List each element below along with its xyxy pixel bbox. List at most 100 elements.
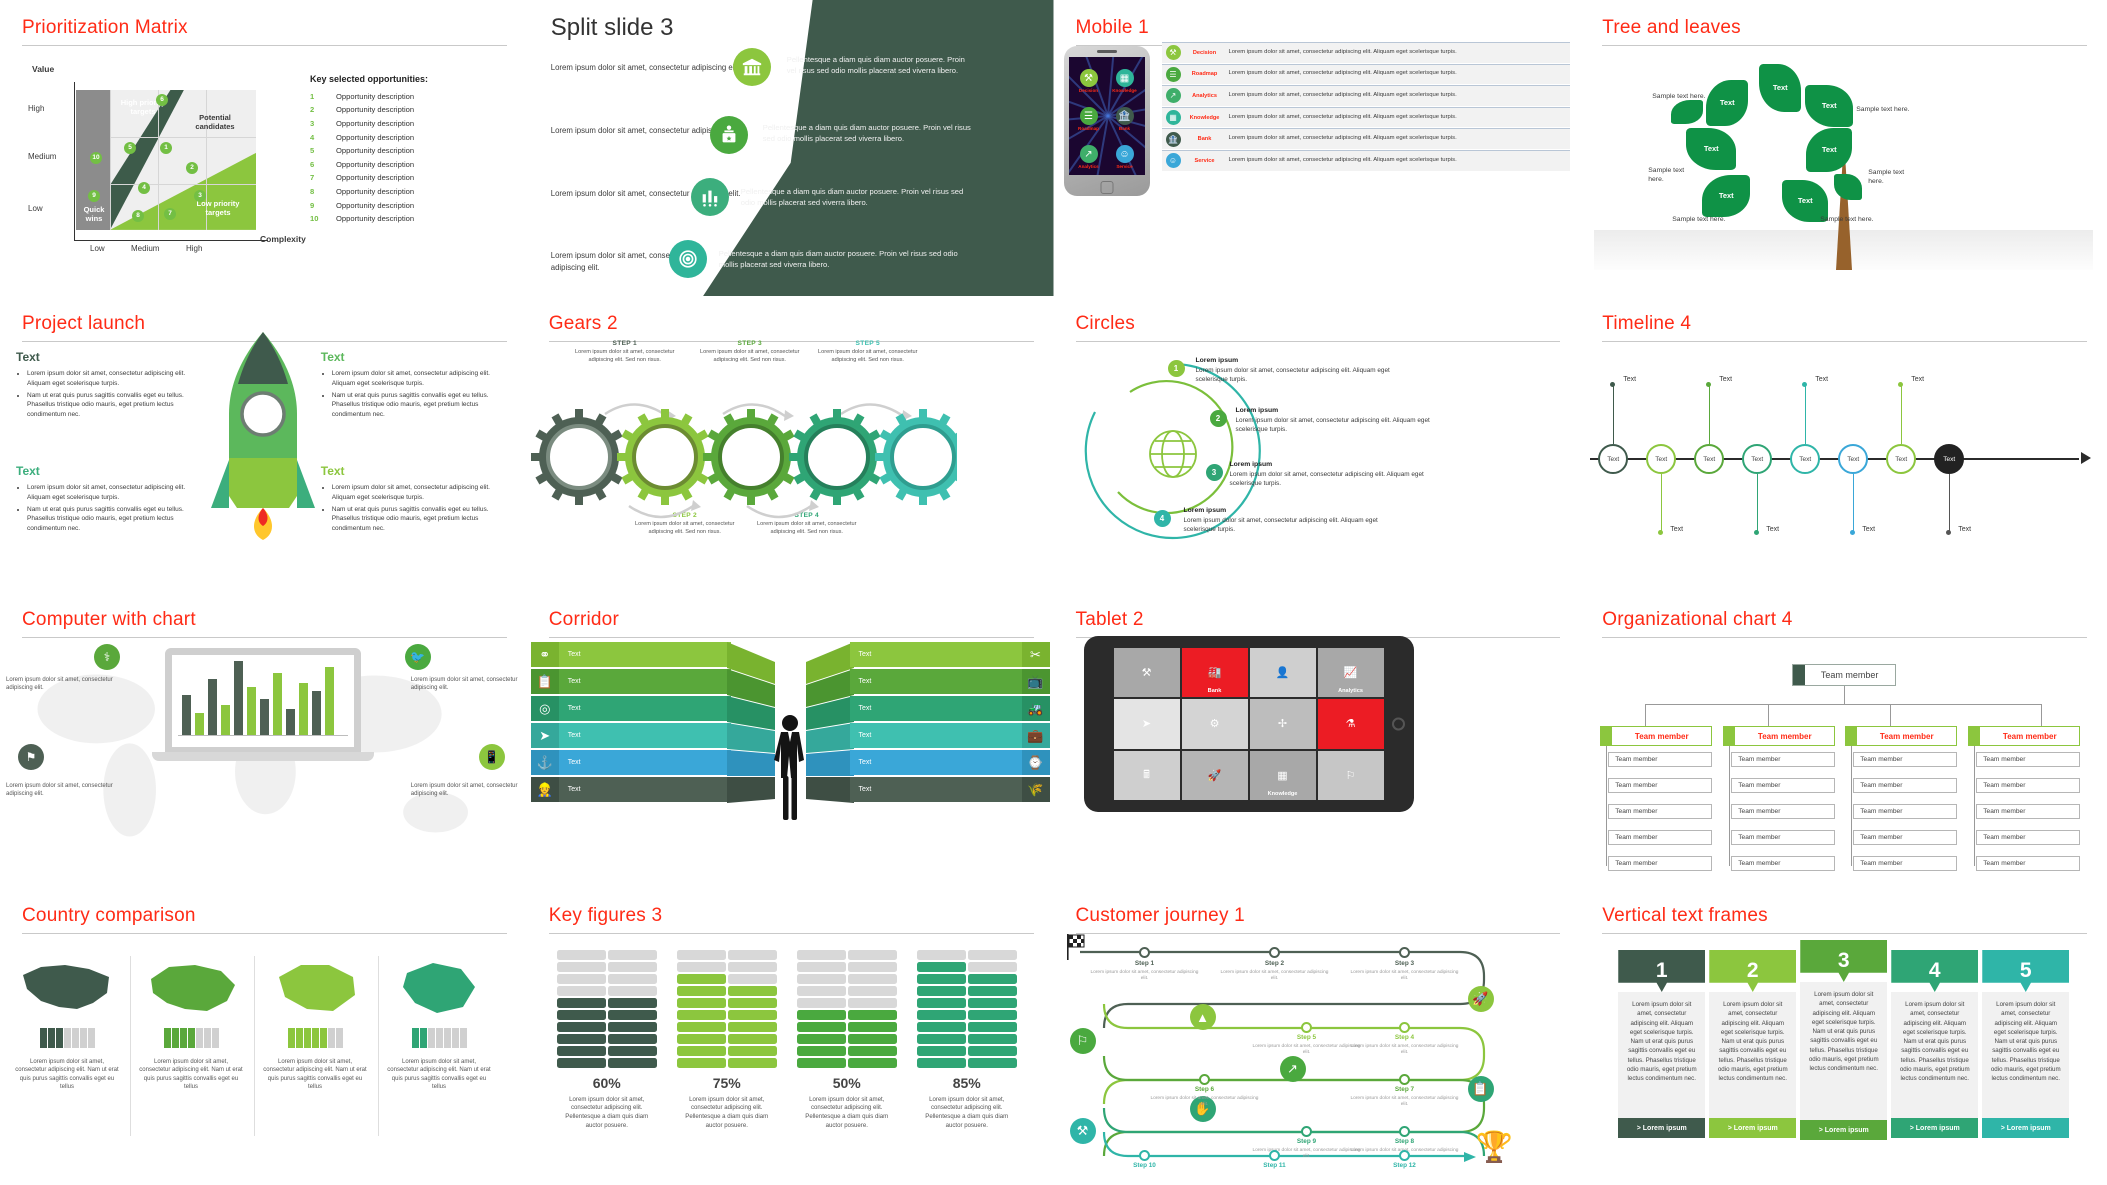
org-branch-head[interactable]: Team member — [1723, 726, 1836, 746]
chart-icon[interactable]: ↗ — [1279, 1056, 1306, 1082]
vertical-frame[interactable]: 1 Lorem ipsum dolor sit amet, consectetu… — [1618, 950, 1706, 1138]
leaf[interactable]: Text — [1759, 63, 1802, 112]
rocket-icon[interactable]: 🚀 — [1467, 986, 1494, 1012]
matrix-point[interactable]: 9 — [88, 189, 100, 202]
org-cell[interactable]: Team member — [1976, 856, 2081, 871]
slide-customer-journey-1[interactable]: Customer journey 1 ⚐ ⚒ ▲ ↗ ✋ 🚀 📋 🏆 Step … — [1054, 888, 1581, 1184]
signpost-icon[interactable]: ⚐ — [1317, 750, 1384, 800]
corridor-right-row[interactable]: 🌾 Text — [849, 777, 1050, 802]
org-cell[interactable]: Team member — [1976, 804, 2081, 819]
org-cell[interactable]: Team member — [1853, 830, 1958, 845]
journey-node[interactable] — [1268, 1150, 1280, 1161]
leaf[interactable]: Text — [1702, 174, 1751, 217]
corridor-left-row[interactable]: ⚭ Text — [530, 642, 731, 667]
corridor-right-row[interactable]: ✂ Text — [849, 642, 1050, 667]
journey-node[interactable] — [1398, 947, 1410, 958]
list-item[interactable]: 10 Opportunity description — [310, 214, 527, 223]
slide-computer-with-chart[interactable]: Computer with chart ⚕ 🐦 ⚑ 📱 Lorem ipsum … — [0, 592, 527, 888]
corridor-right-row[interactable]: 💼 Text — [849, 723, 1050, 748]
list-item[interactable]: 🏦 Bank Lorem ipsum dolor sit amet, conse… — [1161, 128, 1571, 149]
gavel-icon[interactable]: ⚒ — [1079, 69, 1098, 87]
corridor-right-row[interactable]: ⌚ Text — [849, 750, 1050, 775]
circle-number[interactable]: 2 — [1209, 410, 1227, 427]
vertical-frame[interactable]: 4 Lorem ipsum dolor sit amet, consectetu… — [1891, 950, 1979, 1138]
vertical-frame[interactable]: 3 Lorem ipsum dolor sit amet, consectetu… — [1800, 940, 1888, 1140]
slide-project-launch[interactable]: Project launch Text Lorem ipsum dolor si… — [0, 296, 527, 592]
journey-node[interactable] — [1268, 947, 1280, 958]
timeline-node[interactable]: Text — [1598, 444, 1629, 474]
org-cell[interactable]: Team member — [1731, 830, 1836, 845]
list-item[interactable]: ☺ Service Lorem ipsum dolor sit amet, co… — [1161, 149, 1571, 171]
journey-node[interactable] — [1398, 1150, 1410, 1161]
list-item[interactable]: 1 Opportunity description — [310, 92, 527, 101]
country-column[interactable]: Lorem ipsum dolor sit amet, consectetur … — [260, 954, 370, 1092]
journey-node[interactable] — [1138, 1150, 1150, 1161]
matrix-point[interactable]: 7 — [164, 207, 176, 220]
frame-footer-button[interactable]: > Lorem ipsum — [1982, 1118, 2070, 1138]
highway-icon[interactable]: ☰ — [1079, 107, 1098, 125]
list-item[interactable]: 7 Opportunity description — [310, 173, 527, 182]
leaf[interactable]: Text — [1686, 127, 1737, 170]
corridor-right-row[interactable]: 📺 Text — [849, 669, 1050, 694]
org-cell[interactable]: Team member — [1976, 830, 2081, 845]
chart-icon[interactable]: ↗ — [1079, 145, 1098, 163]
matrix-point[interactable]: 1 — [160, 141, 172, 154]
slide-tree-and-leaves[interactable]: Tree and leaves Text Text Text Text Text… — [1580, 0, 2107, 296]
matrix-point[interactable]: 6 — [156, 93, 168, 106]
journey-node[interactable] — [1300, 1022, 1312, 1033]
signpost-icon[interactable]: ⚐ — [1069, 1028, 1096, 1054]
journey-node[interactable] — [1138, 947, 1150, 958]
list-item[interactable]: ⚒ Decision Lorem ipsum dolor sit amet, c… — [1161, 42, 1571, 63]
org-cell[interactable]: Team member — [1853, 778, 1958, 793]
slide-country-comparison[interactable]: Country comparison Lorem ipsum dolor sit… — [0, 888, 527, 1184]
list-item[interactable]: ▦ Knowledge Lorem ipsum dolor sit amet, … — [1161, 106, 1571, 128]
org-cell[interactable]: Team member — [1608, 752, 1713, 767]
org-cell[interactable]: Team member — [1731, 856, 1836, 871]
leaf[interactable]: Text — [1706, 79, 1749, 126]
presenter-icon[interactable]: 👤 — [1249, 648, 1316, 698]
list-item[interactable]: 3 Opportunity description — [310, 119, 527, 128]
slide-gears-2[interactable]: Gears 2 STEP 1 Lorem ipsum dolor sit ame… — [527, 296, 1054, 592]
slide-timeline-4[interactable]: Timeline 4 Text Text Text Text Text Text… — [1580, 296, 2107, 592]
calculator-icon[interactable]: 🖩 — [1113, 750, 1180, 800]
corridor-left-row[interactable]: 📋 Text — [530, 669, 731, 694]
circle-number[interactable]: 3 — [1205, 464, 1223, 481]
org-cell[interactable]: Team member — [1731, 778, 1836, 793]
arrows-icon[interactable]: ✢ — [1249, 699, 1316, 749]
slide-tablet-2[interactable]: Tablet 2 ⚒ 🏭 Bank 👤 📈 Analytics ➤ ⚙ ✢ ⚗ 🖩 … — [1054, 592, 1581, 888]
list-item[interactable]: ☰ Roadmap Lorem ipsum dolor sit amet, co… — [1161, 63, 1571, 85]
org-cell[interactable]: Team member — [1853, 804, 1958, 819]
journey-node[interactable] — [1398, 1126, 1410, 1137]
corridor-left-row[interactable]: ◎ Text — [530, 696, 731, 721]
corridor-left-row[interactable]: ⚓ Text — [530, 750, 731, 775]
org-cell[interactable]: Team member — [1608, 804, 1713, 819]
key-figure-column[interactable]: 60% Lorem ipsum dolor sit amet, consecte… — [556, 950, 657, 1131]
home-button[interactable] — [1100, 181, 1113, 194]
org-branch-head[interactable]: Team member — [1968, 726, 2081, 746]
list-item[interactable]: 6 Opportunity description — [310, 160, 527, 169]
country-column[interactable]: Lorem ipsum dolor sit amet, consectetur … — [12, 954, 122, 1092]
corridor-left-row[interactable]: ➤ Text — [530, 723, 731, 748]
slide-vertical-text-frames[interactable]: Vertical text frames 1 Lorem ipsum dolor… — [1580, 888, 2107, 1184]
org-branch-head[interactable]: Team member — [1845, 726, 1958, 746]
org-branch-head[interactable]: Team member — [1600, 726, 1713, 746]
slide-organizational-chart-4[interactable]: Organizational chart 4 Team member Team … — [1580, 592, 2107, 888]
matrix-point[interactable]: 5 — [124, 141, 136, 154]
org-cell[interactable]: Team member — [1976, 778, 2081, 793]
org-cell[interactable]: Team member — [1731, 752, 1836, 767]
cursor-icon[interactable]: ➤ — [1113, 699, 1180, 749]
slide-split-3[interactable]: Split slide 3 Lorem ipsum dolor sit amet… — [526, 0, 1054, 296]
slide-key-figures-3[interactable]: Key figures 3 60% Lorem ipsum dolor sit … — [527, 888, 1054, 1184]
gavel-icon[interactable]: ⚒ — [1113, 648, 1180, 698]
chart-icon[interactable]: 📈 Analytics — [1317, 648, 1384, 698]
journey-node[interactable] — [1300, 1126, 1312, 1137]
frame-footer-button[interactable]: > Lorem ipsum — [1709, 1118, 1797, 1138]
key-figure-column[interactable]: 85% Lorem ipsum dolor sit amet, consecte… — [916, 950, 1017, 1131]
support-icon[interactable]: ☺ — [1115, 145, 1134, 163]
org-cell[interactable]: Team member — [1608, 778, 1713, 793]
podium-icon[interactable]: ▲ — [1189, 1004, 1216, 1030]
frame-footer-button[interactable]: > Lorem ipsum — [1891, 1118, 1979, 1138]
timeline-node[interactable]: Text — [1694, 444, 1725, 474]
bank-icon[interactable]: 🏦 — [1115, 107, 1134, 125]
matrix-point[interactable]: 10 — [90, 151, 102, 164]
